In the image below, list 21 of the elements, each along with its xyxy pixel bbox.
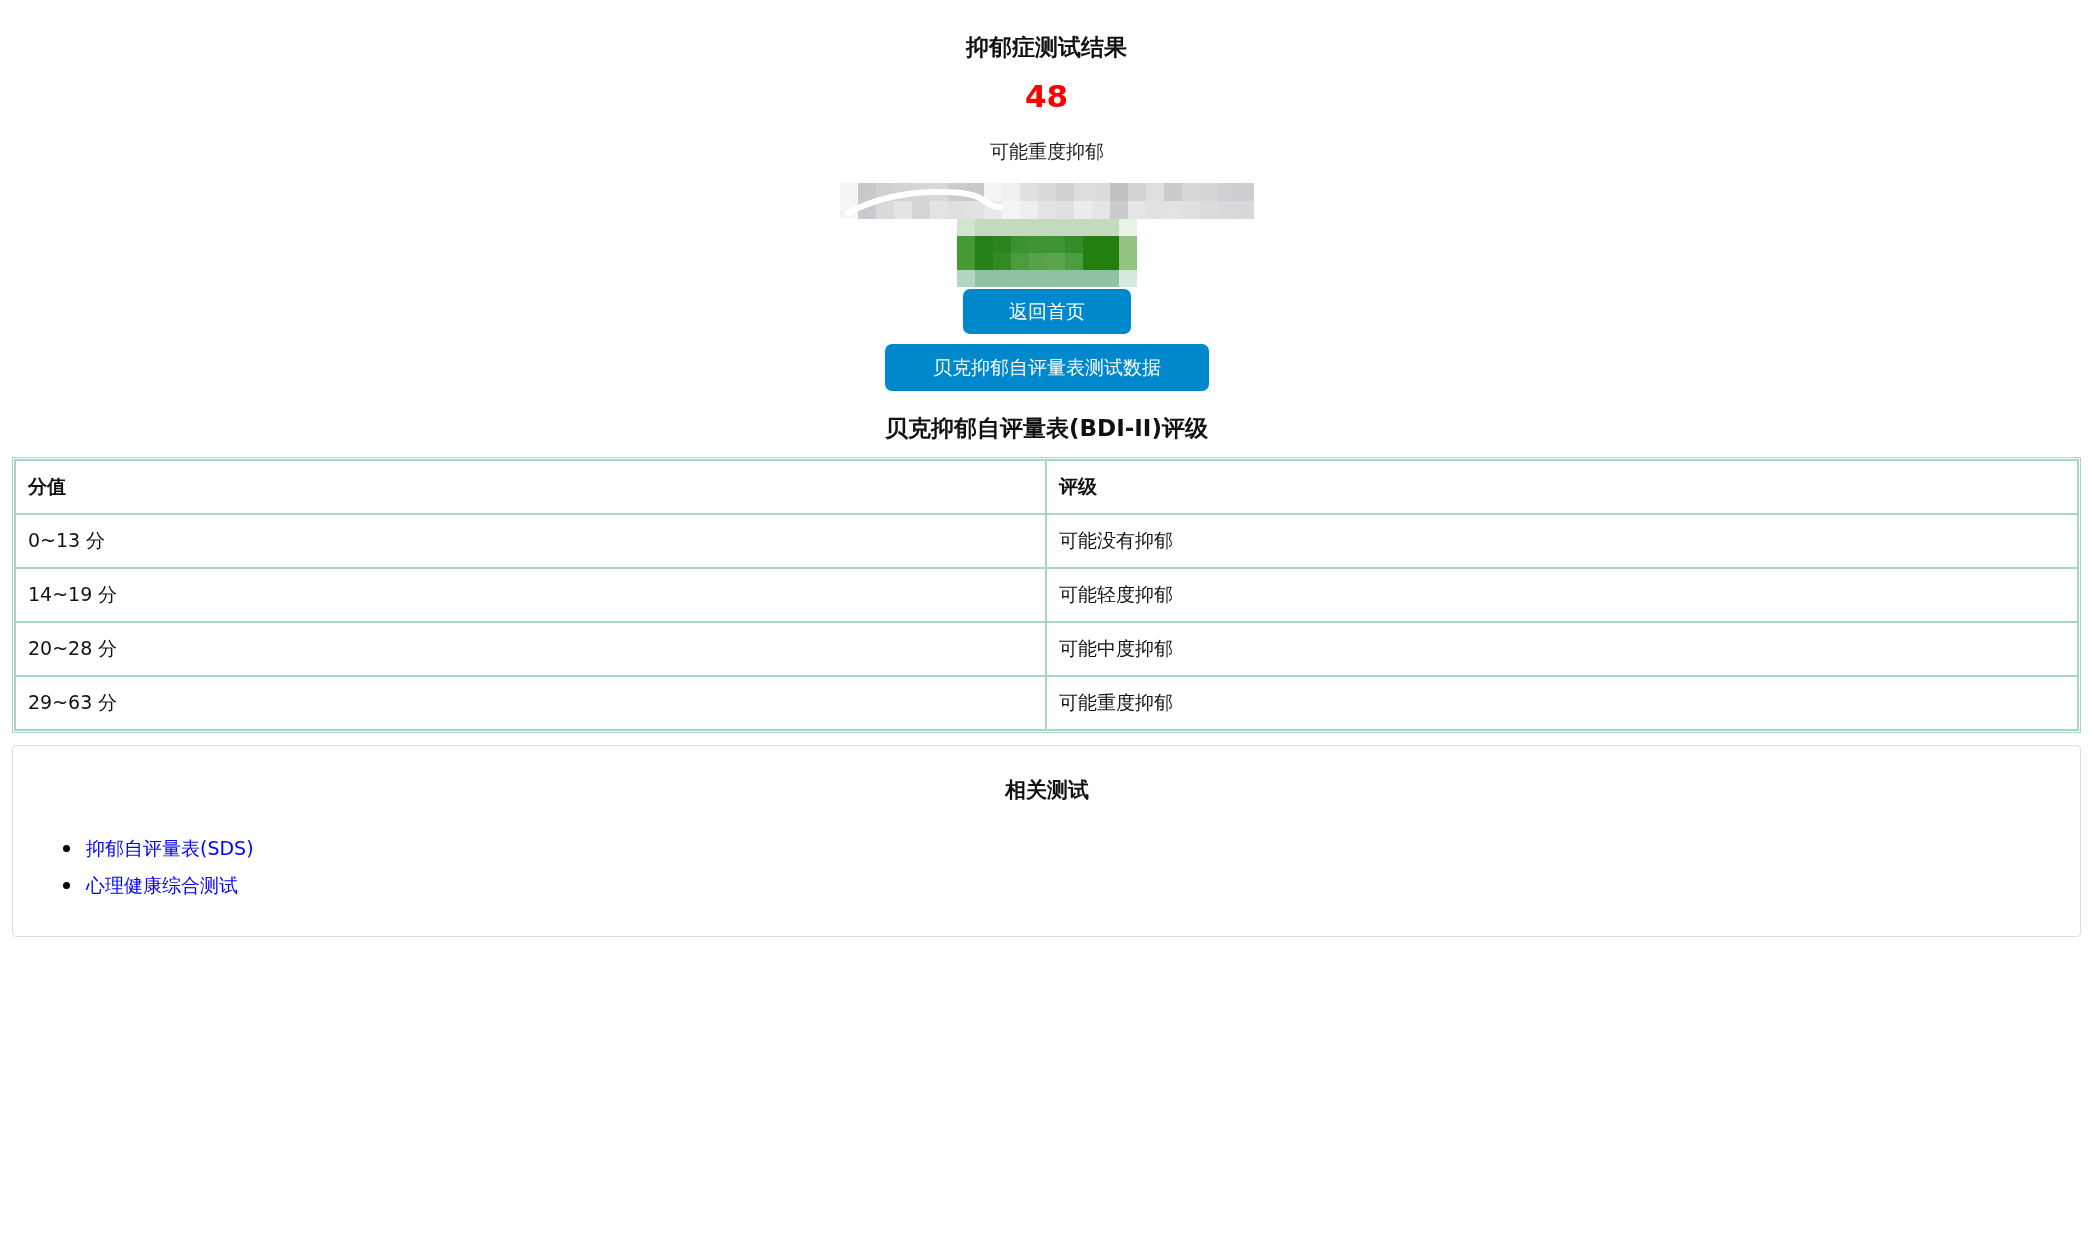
table-cell: 可能重度抑郁 xyxy=(1046,677,2079,731)
test-link[interactable]: 心理健康综合测试 xyxy=(86,872,238,899)
table-cell: 29~63 分 xyxy=(14,677,1047,731)
table-cell: 可能没有抑郁 xyxy=(1046,515,2079,569)
table-cell: 可能轻度抑郁 xyxy=(1046,569,2079,623)
section-title: 贝克抑郁自评量表(BDI-II)评级 xyxy=(885,414,1208,443)
table-cell: 可能中度抑郁 xyxy=(1046,623,2079,677)
test-data-button[interactable]: 贝克抑郁自评量表测试数据 xyxy=(884,344,1209,391)
test-link[interactable]: 抑郁自评量表(SDS) xyxy=(86,835,254,862)
page-title: 抑郁症测试结果 xyxy=(966,33,1127,62)
bullet-icon xyxy=(63,845,70,852)
score-value: 48 xyxy=(1024,77,1069,116)
panel-title: 相关测试 xyxy=(1004,777,1089,804)
table-cell: 20~28 分 xyxy=(14,623,1047,677)
table-cell: 0~13 分 xyxy=(14,515,1047,569)
table-header-cell: 分值 xyxy=(14,459,1047,515)
table-header-cell: 评级 xyxy=(1046,459,2079,515)
result-text: 可能重度抑郁 xyxy=(989,139,1104,164)
table-cell: 14~19 分 xyxy=(14,569,1047,623)
home-button[interactable]: 返回首页 xyxy=(962,289,1131,334)
bullet-icon xyxy=(63,882,70,889)
